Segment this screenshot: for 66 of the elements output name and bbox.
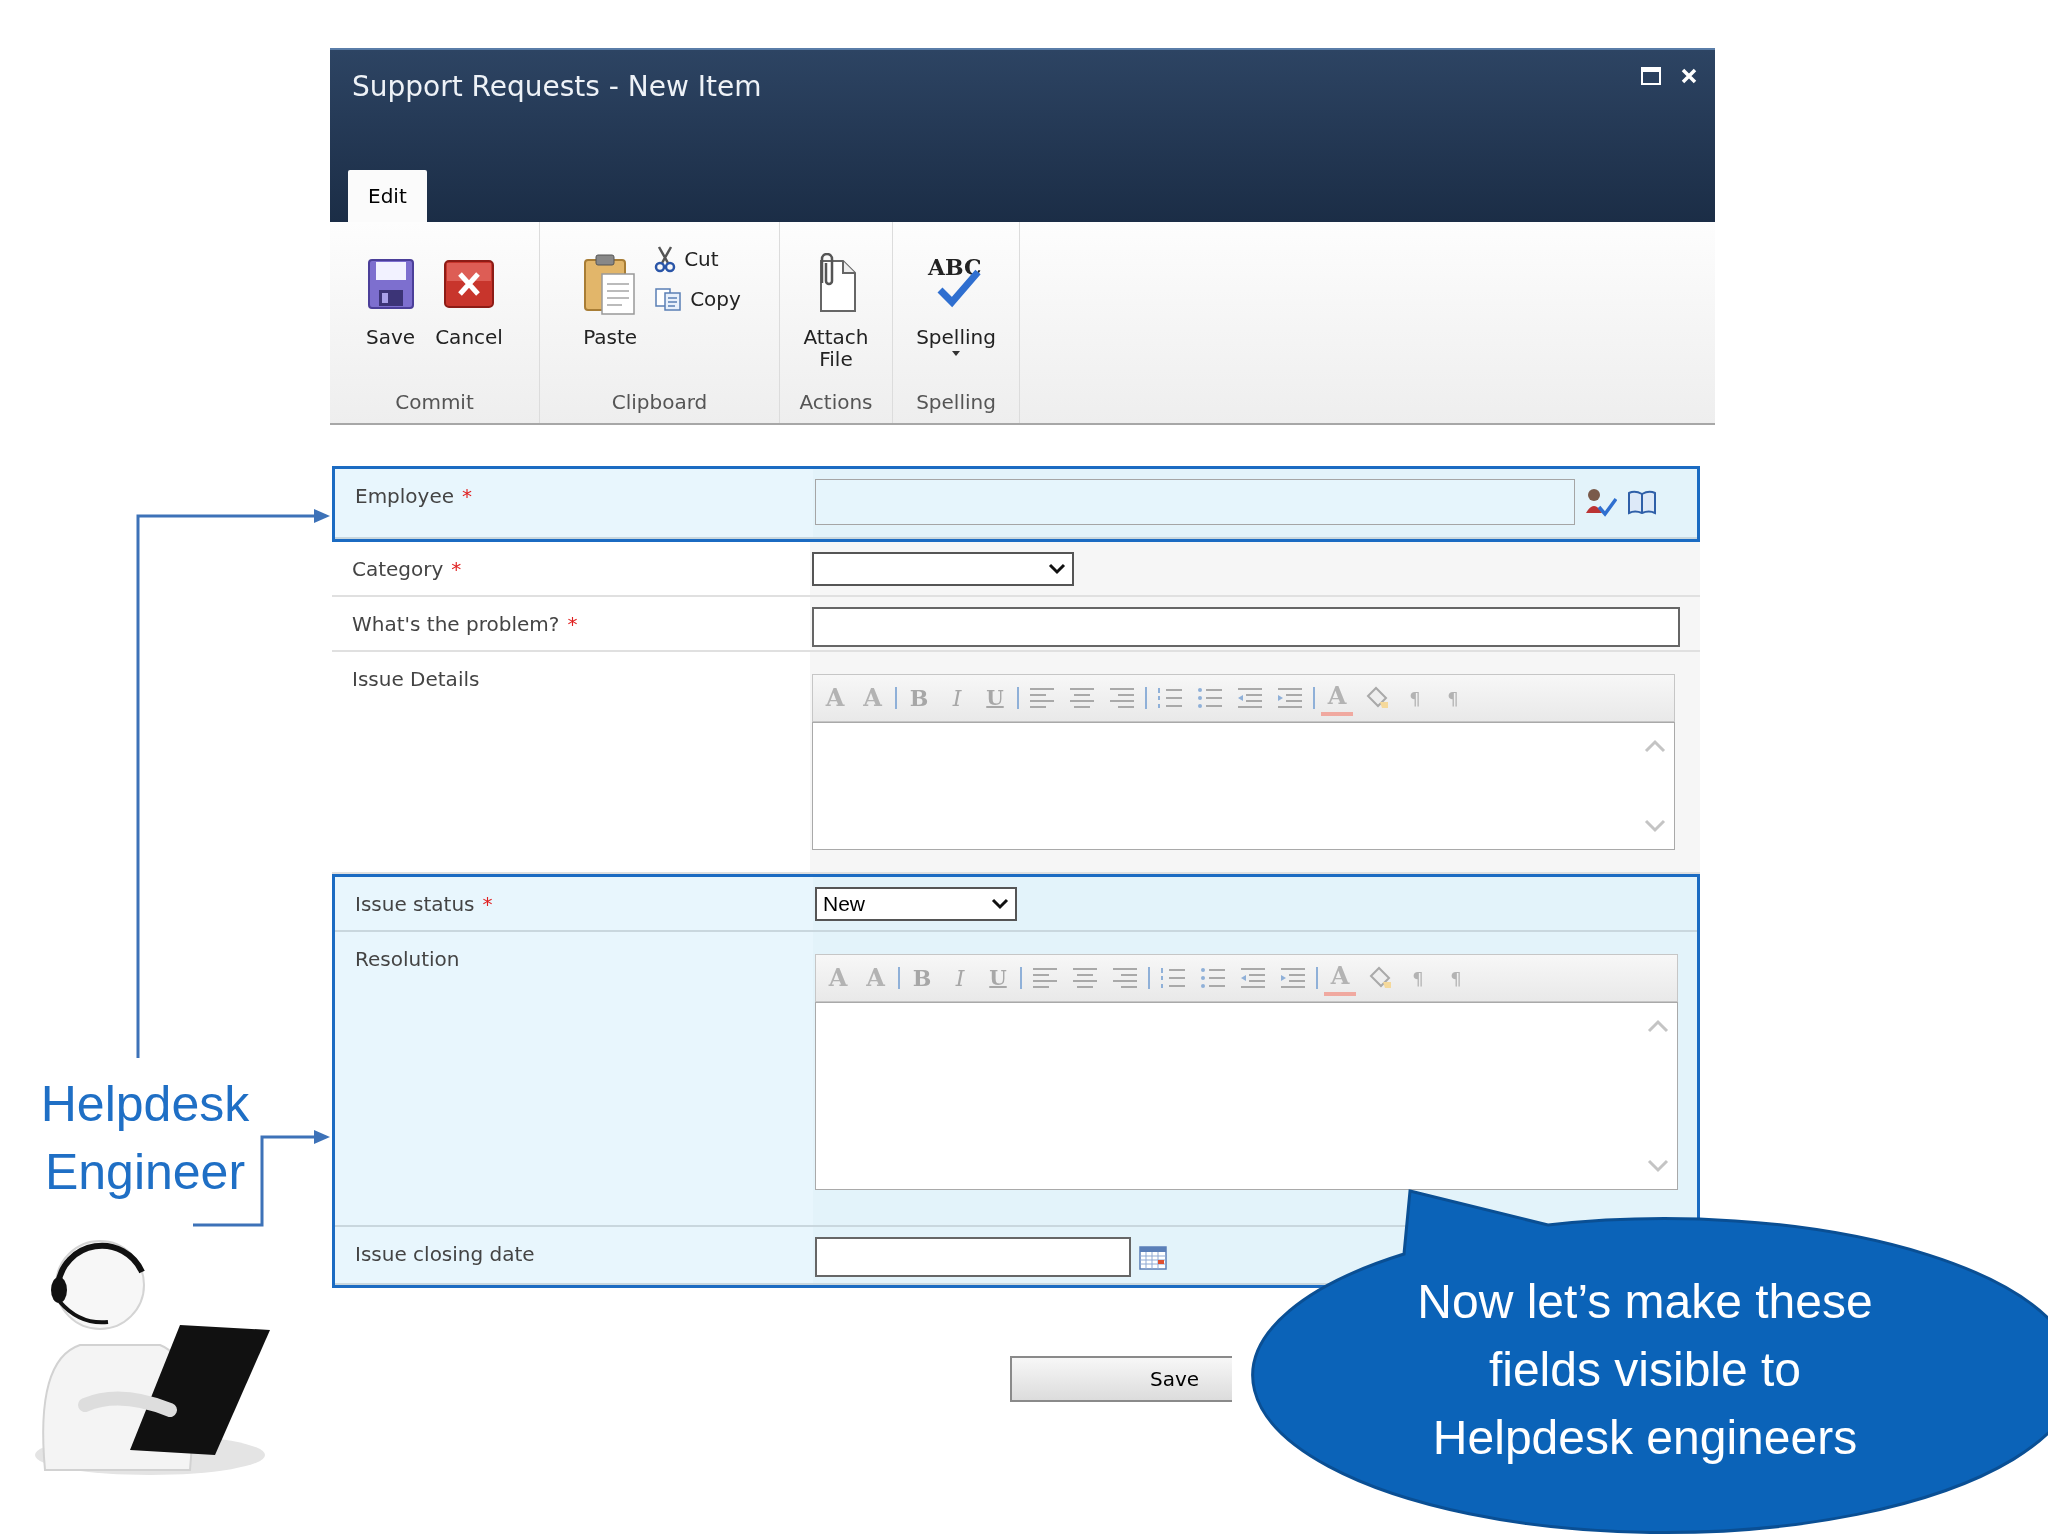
calendar-button[interactable]	[1139, 1243, 1169, 1271]
group-label: Spelling	[915, 389, 997, 416]
group-label: Clipboard	[610, 389, 709, 416]
right-to-left-button[interactable]: ¶	[1440, 960, 1472, 996]
scroll-down-icon	[1647, 1159, 1669, 1173]
underline-button[interactable]: U	[979, 680, 1011, 716]
font-size-button[interactable]: A	[857, 680, 889, 716]
italic-button[interactable]: I	[944, 960, 976, 996]
copy-icon	[654, 287, 683, 311]
copy-button[interactable]: Copy	[654, 284, 741, 314]
field-label: Issue status	[355, 892, 475, 916]
field-label: Issue Details	[352, 667, 480, 691]
font-button[interactable]: A	[822, 960, 854, 996]
ribbon-tab[interactable]: Edit	[348, 170, 427, 222]
scissors-icon	[654, 245, 677, 273]
problem-field[interactable]	[812, 607, 1680, 647]
editor-field[interactable]	[812, 722, 1675, 850]
cancel-button[interactable]: Cancel	[431, 242, 507, 348]
date-field[interactable]	[815, 1237, 1131, 1277]
font-size-button[interactable]: A	[860, 960, 892, 996]
font-button[interactable]: A	[819, 680, 851, 716]
cancel-icon	[443, 259, 496, 309]
save-button[interactable]: Save	[362, 242, 420, 348]
save-button[interactable]: Save	[1010, 1356, 1232, 1402]
field-label: Employee	[355, 484, 455, 508]
required-mark: *	[451, 557, 462, 581]
field-label: Issue closing date	[355, 1242, 535, 1266]
spelling-button[interactable]: ABC Spelling	[912, 242, 1000, 358]
maximize-icon	[1641, 67, 1661, 85]
scroll-down-icon	[1644, 819, 1666, 833]
attach-button[interactable]: Attach File	[799, 242, 873, 370]
editor-field[interactable]	[815, 1002, 1678, 1190]
right-to-left-button[interactable]: ¶	[1437, 680, 1469, 716]
underline-button[interactable]: U	[982, 960, 1014, 996]
scroll-up-icon	[1644, 739, 1666, 753]
dropdown-field[interactable]	[812, 552, 1074, 586]
employee-field[interactable]	[815, 479, 1575, 525]
check-names-icon	[1585, 487, 1617, 517]
bold-button[interactable]: B	[906, 960, 938, 996]
address-book-icon	[1627, 489, 1657, 515]
left-to-right-button[interactable]: ¶	[1402, 960, 1434, 996]
close-icon	[1680, 67, 1698, 85]
text-color-button[interactable]: A	[1324, 960, 1356, 996]
field-label: Category	[352, 557, 444, 581]
left-to-right-button[interactable]: ¶	[1399, 680, 1431, 716]
window-title: Support Requests - New Item	[352, 69, 762, 105]
field-label: What's the problem?	[352, 612, 560, 636]
maximize-button[interactable]	[1639, 64, 1663, 88]
required-mark: *	[567, 612, 578, 636]
annotation-label: Helpdesk Engineer	[39, 1075, 251, 1202]
scroll-up-icon	[1647, 1019, 1669, 1033]
save-icon	[366, 258, 415, 310]
dropdown-field[interactable]: New	[815, 887, 1017, 921]
group-label: Commit	[394, 389, 475, 416]
italic-button[interactable]: I	[941, 680, 973, 716]
field-label: Resolution	[355, 947, 460, 971]
required-mark: *	[482, 892, 493, 916]
text-color-button[interactable]: A	[1321, 680, 1353, 716]
cut-button[interactable]: Cut	[654, 244, 741, 274]
bold-button[interactable]: B	[903, 680, 935, 716]
group-label: Actions	[798, 389, 874, 416]
callout-text: Now let’s make these fields visible to Helpdesk engineers	[1417, 1274, 1873, 1466]
paste-button[interactable]: Paste	[578, 242, 643, 348]
required-mark: *	[462, 484, 473, 508]
chevron-down-icon	[1048, 563, 1066, 575]
chevron-down-icon	[991, 898, 1009, 910]
